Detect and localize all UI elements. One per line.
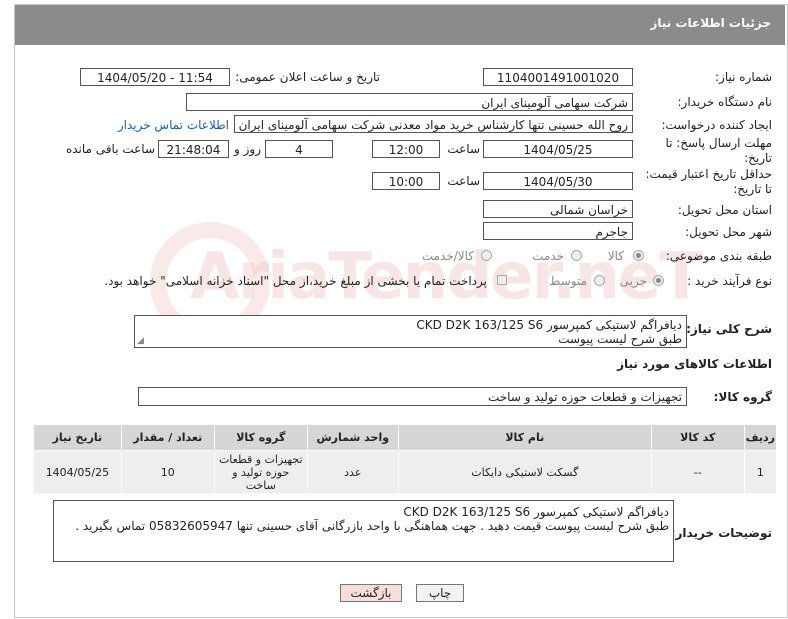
category-goods-label: کالا xyxy=(607,249,624,263)
process-medium-label: متوسط xyxy=(549,274,587,288)
cell-name: گسکت لاستیکی دایکات xyxy=(397,450,652,494)
validity-date-field: 1404/05/30 xyxy=(483,172,633,190)
process-partial-radio[interactable] xyxy=(653,275,664,286)
goods-group-field: تجهیزات و قطعات حوزه تولید و ساخت xyxy=(138,387,687,406)
validity-time-field: 10:00 xyxy=(372,172,440,190)
cell-group: تجهیزات و قطعات حوزه تولید و ساخت xyxy=(213,450,308,494)
remaining-time-field: 21:48:04 xyxy=(158,140,229,158)
province-label: استان محل تحویل: xyxy=(677,203,772,217)
cell-unit: عدد xyxy=(306,450,399,494)
category-goods-radio[interactable] xyxy=(633,250,644,261)
process-medium-radio[interactable] xyxy=(594,275,605,286)
col-qty: تعداد / مقدار xyxy=(120,424,215,451)
buyer-notes-label: توضیحات خریدار: xyxy=(670,526,772,540)
treasury-payment-checkbox[interactable] xyxy=(497,275,507,285)
validity-time-label: ساعت xyxy=(447,174,480,188)
buyer-notes-textarea[interactable]: دیافراگم لاستیکی کمپرسور CKD D2K 163/125… xyxy=(53,500,674,562)
description-line-2: طبق شرح لیست پیوست xyxy=(558,332,682,346)
category-service-label: خدمت xyxy=(532,249,564,263)
category-label: طبقه بندی موضوعی: xyxy=(665,249,772,263)
category-service-radio[interactable] xyxy=(571,250,582,261)
deadline-label: مهلت ارسال پاسخ: تا xyxy=(665,136,772,150)
table-row[interactable]: 1 -- گسکت لاستیکی دایکات عدد تجهیزات و ق… xyxy=(33,450,778,494)
buyer-org-field: شرکت سهامی آلومینای ایران xyxy=(186,93,633,111)
creator-label: ایجاد کننده درخواست: xyxy=(661,118,772,132)
creator-field: روح الله حسینی تنها کارشناس خرید مواد مع… xyxy=(234,115,633,133)
category-both-radio[interactable] xyxy=(481,250,492,261)
goods-group-label: گروه کالا: xyxy=(713,390,772,404)
city-field: جاجرم xyxy=(483,222,633,240)
description-textarea[interactable]: دیافراگم لاستیکی کمپرسور CKD D2K 163/125… xyxy=(134,315,687,348)
col-group: گروه کالا xyxy=(213,424,308,451)
cell-date: 1404/05/25 xyxy=(33,450,122,494)
print-button[interactable]: چاپ xyxy=(416,584,464,602)
validity-label: حداقل تاریخ اعتبار قیمت: xyxy=(645,167,772,181)
buyer-org-label: نام دستگاه خریدار: xyxy=(677,95,773,109)
deadline-date-field: 1404/05/25 xyxy=(483,140,633,158)
deadline-label-date: تاریخ: xyxy=(744,151,772,165)
process-label: نوع فرآیند خرید : xyxy=(687,274,772,288)
col-code: کد کالا xyxy=(650,424,745,451)
announce-field: 1404/05/20 - 11:54 xyxy=(80,68,230,86)
description-line-1: دیافراگم لاستیکی کمپرسور CKD D2K 163/125… xyxy=(416,318,682,332)
category-both-label: کالا/خدمت xyxy=(421,249,474,263)
need-number-label: شماره نیاز: xyxy=(715,70,772,84)
back-button[interactable]: بازگشت xyxy=(340,584,402,602)
col-row: ردیف xyxy=(743,424,778,451)
deadline-time-label: ساعت xyxy=(447,142,480,156)
cell-qty: 10 xyxy=(120,450,215,494)
page-title: جزئیات اطلاعات نیاز xyxy=(650,16,771,30)
cell-row: 1 xyxy=(743,450,778,494)
col-name: نام کالا xyxy=(397,424,652,451)
province-field: خراسان شمالی xyxy=(483,200,633,218)
buyer-notes-line-2: طبق شرح لیست پیوست قیمت دهید . جهت هماهن… xyxy=(75,519,669,533)
contact-buyer-link[interactable]: اطلاعات تماس خریدار xyxy=(118,118,229,132)
deadline-time-field: 12:00 xyxy=(372,140,440,158)
process-partial-label: جزیی xyxy=(619,274,647,288)
need-number-field: 1104001491001020 xyxy=(483,68,633,86)
page-header: جزئیات اطلاعات نیاز xyxy=(15,5,785,45)
resize-handle-icon[interactable]: ◢ xyxy=(137,336,144,346)
table-header-row: ردیف کد کالا نام کالا واحد شمارش گروه کا… xyxy=(33,424,778,451)
city-label: شهر محل تحویل: xyxy=(685,225,772,239)
announce-label: تاریخ و ساعت اعلان عمومی: xyxy=(235,70,380,84)
days-field: 4 xyxy=(265,140,333,158)
validity-label-date: تا تاریخ: xyxy=(733,182,772,196)
goods-section-title: اطلاعات کالاهای مورد نیاز xyxy=(617,357,772,371)
treasury-payment-note: پرداخت تمام یا بخشی از مبلغ خرید،از محل … xyxy=(104,274,487,288)
days-label: روز و xyxy=(234,142,261,156)
col-unit: واحد شمارش xyxy=(306,424,399,451)
buyer-notes-line-1: دیافراگم لاستیکی کمپرسور CKD D2K 163/125… xyxy=(403,505,669,519)
col-date: تاریخ نیاز xyxy=(33,424,122,451)
remaining-label: ساعت باقی مانده xyxy=(65,142,155,156)
cell-code: -- xyxy=(650,450,745,494)
description-label: شرح کلی نیاز: xyxy=(686,322,772,336)
items-table: ردیف کد کالا نام کالا واحد شمارش گروه کا… xyxy=(33,424,778,494)
